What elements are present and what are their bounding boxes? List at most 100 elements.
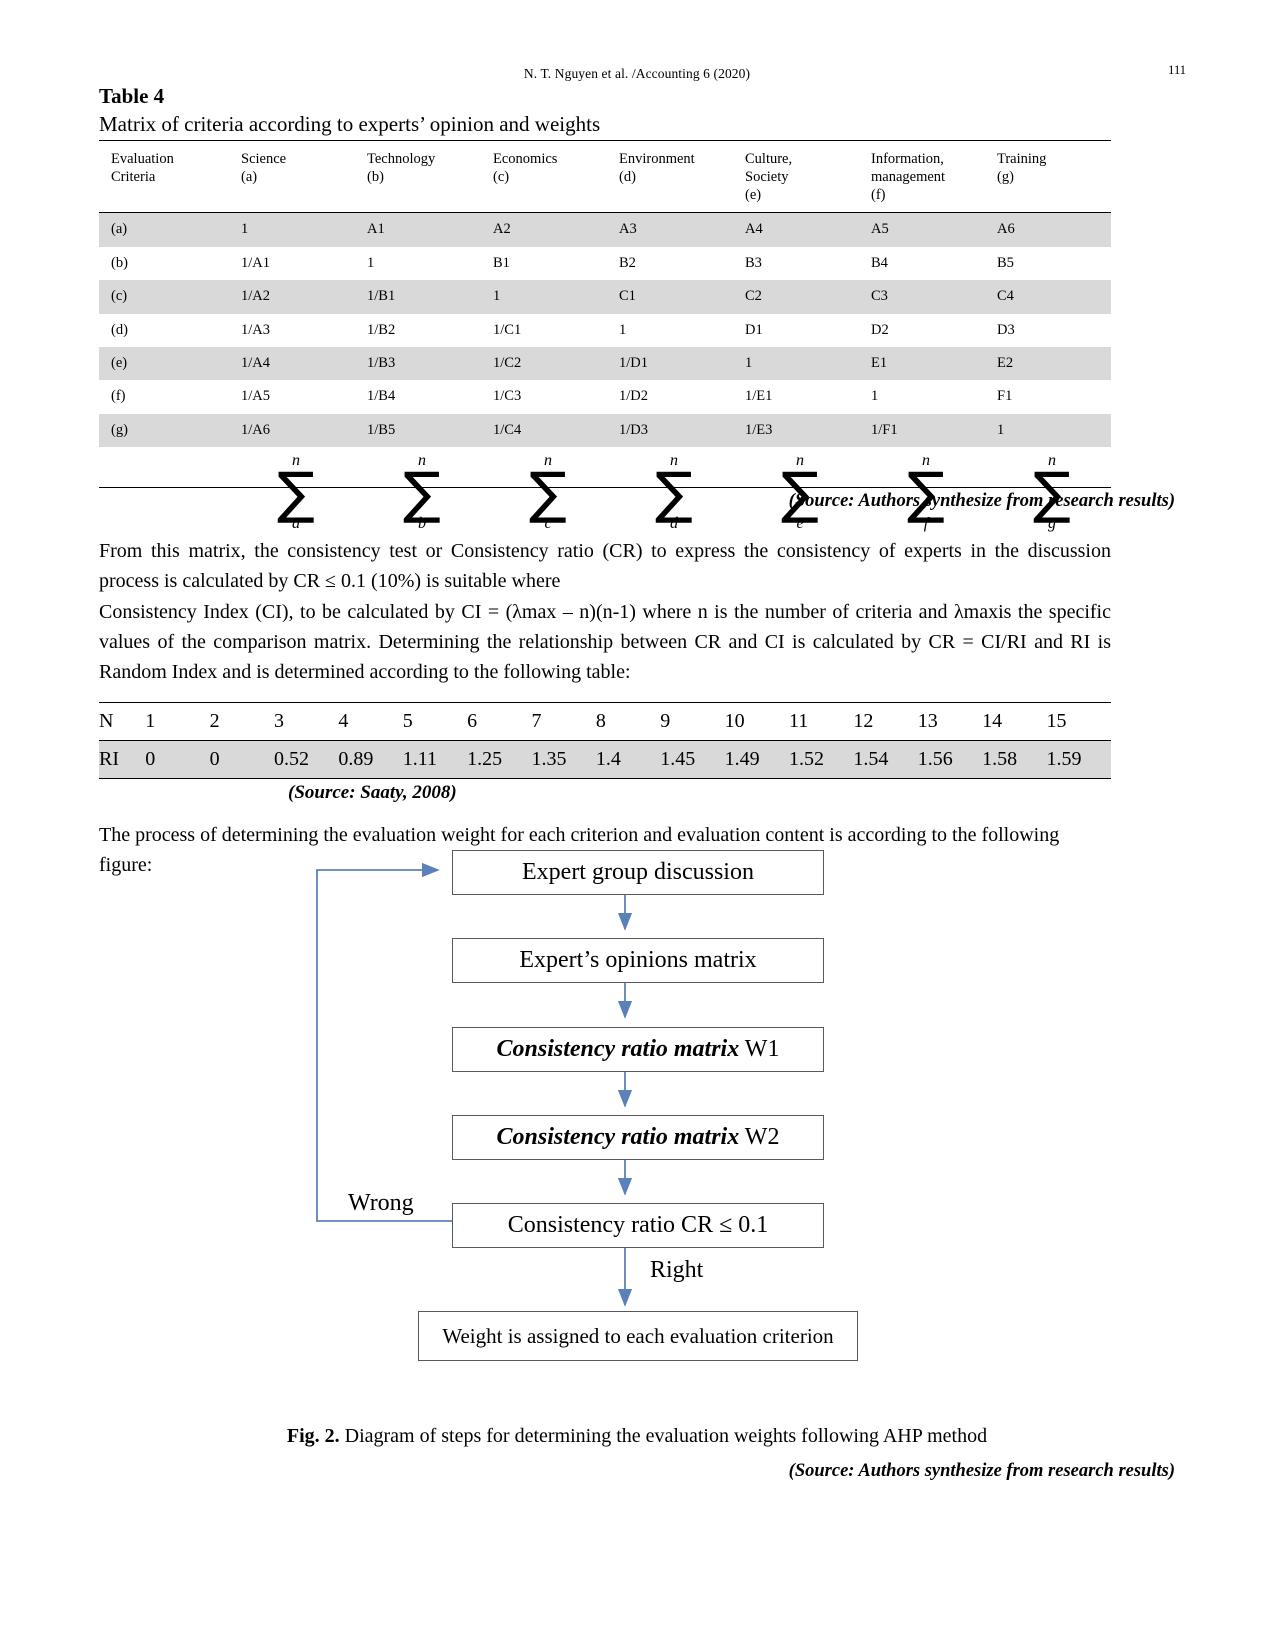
ri-n-cell: 9 (660, 702, 725, 741)
flow-box-label-emphasis: Consistency ratio matrix (496, 1035, 740, 1062)
matrix-cell: 1 (367, 254, 375, 271)
table-row: (c) 1/A2 1/B1 1 C1 C2 C3 C4 (99, 280, 1111, 314)
matrix-cell: C2 (733, 280, 859, 314)
matrix-cell: 1/C3 (493, 388, 522, 405)
ri-value-cell: 1.4 (595, 740, 661, 779)
flow-box-label-suffix: W2 (739, 1123, 780, 1150)
table-row: (a) 1 A1 A2 A3 A4 A5 A6 (99, 212, 1111, 247)
matrix-cell: E1 (859, 346, 985, 381)
row-label: (a) (99, 212, 229, 247)
ri-value-cell: 1.54 (853, 740, 918, 779)
matrix-cell: 1/B2 (367, 321, 396, 338)
header-line: Criteria (111, 169, 156, 186)
ri-value-cell: 1.25 (467, 740, 532, 779)
row-label: (e) (99, 346, 229, 381)
flow-box-weight-assigned[interactable]: Weight is assigned to each evaluation cr… (418, 1311, 858, 1361)
matrix-cell: 1/A1 (241, 254, 270, 271)
ri-value-cell: 1.11 (402, 740, 468, 779)
matrix-cell: 1/B3 (355, 346, 481, 381)
matrix-header-cell: Culture, Society (e) (733, 139, 859, 214)
matrix-cell: 1 (229, 212, 355, 247)
matrix-cell: A6 (985, 212, 1111, 247)
matrix-cell: C1 (607, 280, 733, 314)
matrix-header-cell: Information, management (f) (859, 139, 985, 214)
ri-value-cell: 1.49 (724, 740, 790, 779)
ri-value-cell: 1.58 (982, 740, 1047, 779)
matrix-cell: 1 (733, 346, 859, 381)
matrix-cell: 1/B4 (367, 388, 396, 405)
matrix-cell: B1 (493, 254, 510, 271)
ri-value-cell: 1.45 (660, 740, 725, 779)
flow-box-consistency-ratio-cr[interactable]: Consistency ratio CR ≤ 0.1 (452, 1203, 824, 1248)
matrix-header-cell: Environment (d) (607, 139, 733, 214)
matrix-cell: C3 (859, 280, 985, 314)
matrix-cell: 1/A6 (229, 413, 355, 448)
matrix-cell: 1/B5 (355, 413, 481, 448)
summation-cell: n ∑ b (355, 447, 481, 538)
header-line: management (871, 169, 946, 186)
ri-value-cell: 0.89 (338, 740, 403, 779)
ri-row-label: N (99, 702, 146, 741)
matrix-cell: 1/A4 (229, 346, 355, 381)
ahp-flowchart: Expert group discussion Expert’s opinion… (0, 845, 1274, 1365)
header-line: Science (241, 151, 287, 167)
figure-source-note: (Source: Authors synthesize from researc… (788, 1461, 1175, 1481)
matrix-cell: A1 (355, 212, 481, 247)
flow-box-label: Expert group discussion (522, 858, 754, 885)
flow-box-label-suffix: W1 (739, 1035, 780, 1062)
matrix-cell: B2 (619, 254, 636, 271)
matrix-cell: 1/D1 (607, 346, 733, 381)
summation-cell: n ∑ d (607, 447, 733, 538)
flow-box-consistency-ratio-matrix-w1[interactable]: Consistency ratio matrix W1 (452, 1027, 824, 1072)
flow-box-expert-group-discussion[interactable]: Expert group discussion (452, 850, 824, 895)
header-line: (d) (619, 169, 636, 186)
matrix-cell: E2 (985, 346, 1111, 381)
header-line: Technology (367, 151, 436, 167)
header-line: Culture, (745, 151, 793, 167)
flow-box-consistency-ratio-matrix-w2[interactable]: Consistency ratio matrix W2 (452, 1115, 824, 1160)
flow-box-label: Weight is assigned to each evaluation cr… (442, 1323, 834, 1348)
matrix-cell: 1/C1 (493, 321, 522, 338)
matrix-header-cell: Training (g) (985, 139, 1111, 214)
flow-box-experts-opinions-matrix[interactable]: Expert’s opinions matrix (452, 938, 824, 983)
ri-n-cell: 12 (853, 702, 918, 741)
matrix-header-cell: Evaluation Criteria (99, 139, 229, 214)
matrix-cell: C4 (985, 280, 1111, 314)
document-page: N. T. Nguyen et al. /Accounting 6 (2020)… (0, 0, 1274, 1649)
ri-source-note: (Source: Saaty, 2008) (288, 782, 457, 803)
matrix-cell: 1/E1 (745, 388, 773, 405)
header-line: Information, (871, 151, 944, 167)
table-row: (e) 1/A4 1/B3 1/C2 1/D1 1 E1 E2 (99, 346, 1111, 381)
ri-n-cell: 2 (209, 702, 275, 741)
summation-cell: n ∑ a (229, 447, 355, 538)
header-line: (e) (745, 187, 762, 204)
ri-n-cell: 11 (789, 702, 854, 741)
matrix-cell: 1/D2 (619, 388, 648, 405)
matrix-cell: B5 (997, 254, 1014, 271)
matrix-cell: 1 (481, 280, 607, 314)
flow-box-label: Consistency ratio CR ≤ 0.1 (507, 1211, 769, 1238)
matrix-cell: 1 (871, 388, 879, 405)
ri-n-cell: 5 (402, 702, 468, 741)
flowchart-connectors (316, 862, 633, 1307)
ri-n-cell: 3 (274, 702, 339, 741)
paragraph-consistency-ratio: From this matrix, the consistency test o… (99, 540, 1111, 592)
table-label: Table 4 (99, 84, 165, 108)
matrix-cell: 1/D3 (607, 413, 733, 448)
matrix-header-row: Evaluation Criteria Science (a) Technolo… (99, 139, 1111, 214)
figure-number: Fig. 2. (286, 1425, 340, 1447)
header-line: Training (997, 151, 1047, 167)
table-source-note: (Source: Authors synthesize from researc… (788, 491, 1175, 511)
ri-value-cell: 1.56 (917, 740, 983, 779)
matrix-cell: 1/C4 (481, 413, 607, 448)
matrix-cell: A4 (733, 212, 859, 247)
flow-label-right: Right (650, 1257, 704, 1283)
matrix-cell: 1/A3 (241, 321, 270, 338)
paragraph-consistency-index: Consistency Index (CI), to be calculated… (99, 601, 1111, 683)
header-line: Environment (619, 151, 695, 167)
table-bottom-rule (99, 487, 1111, 488)
ri-n-cell: 6 (467, 702, 532, 741)
ri-n-cell: 4 (338, 702, 403, 741)
matrix-cell: B3 (745, 254, 762, 271)
table-row: (d) 1/A3 1/B2 1/C1 1 D1 D2 D3 (99, 314, 1111, 347)
